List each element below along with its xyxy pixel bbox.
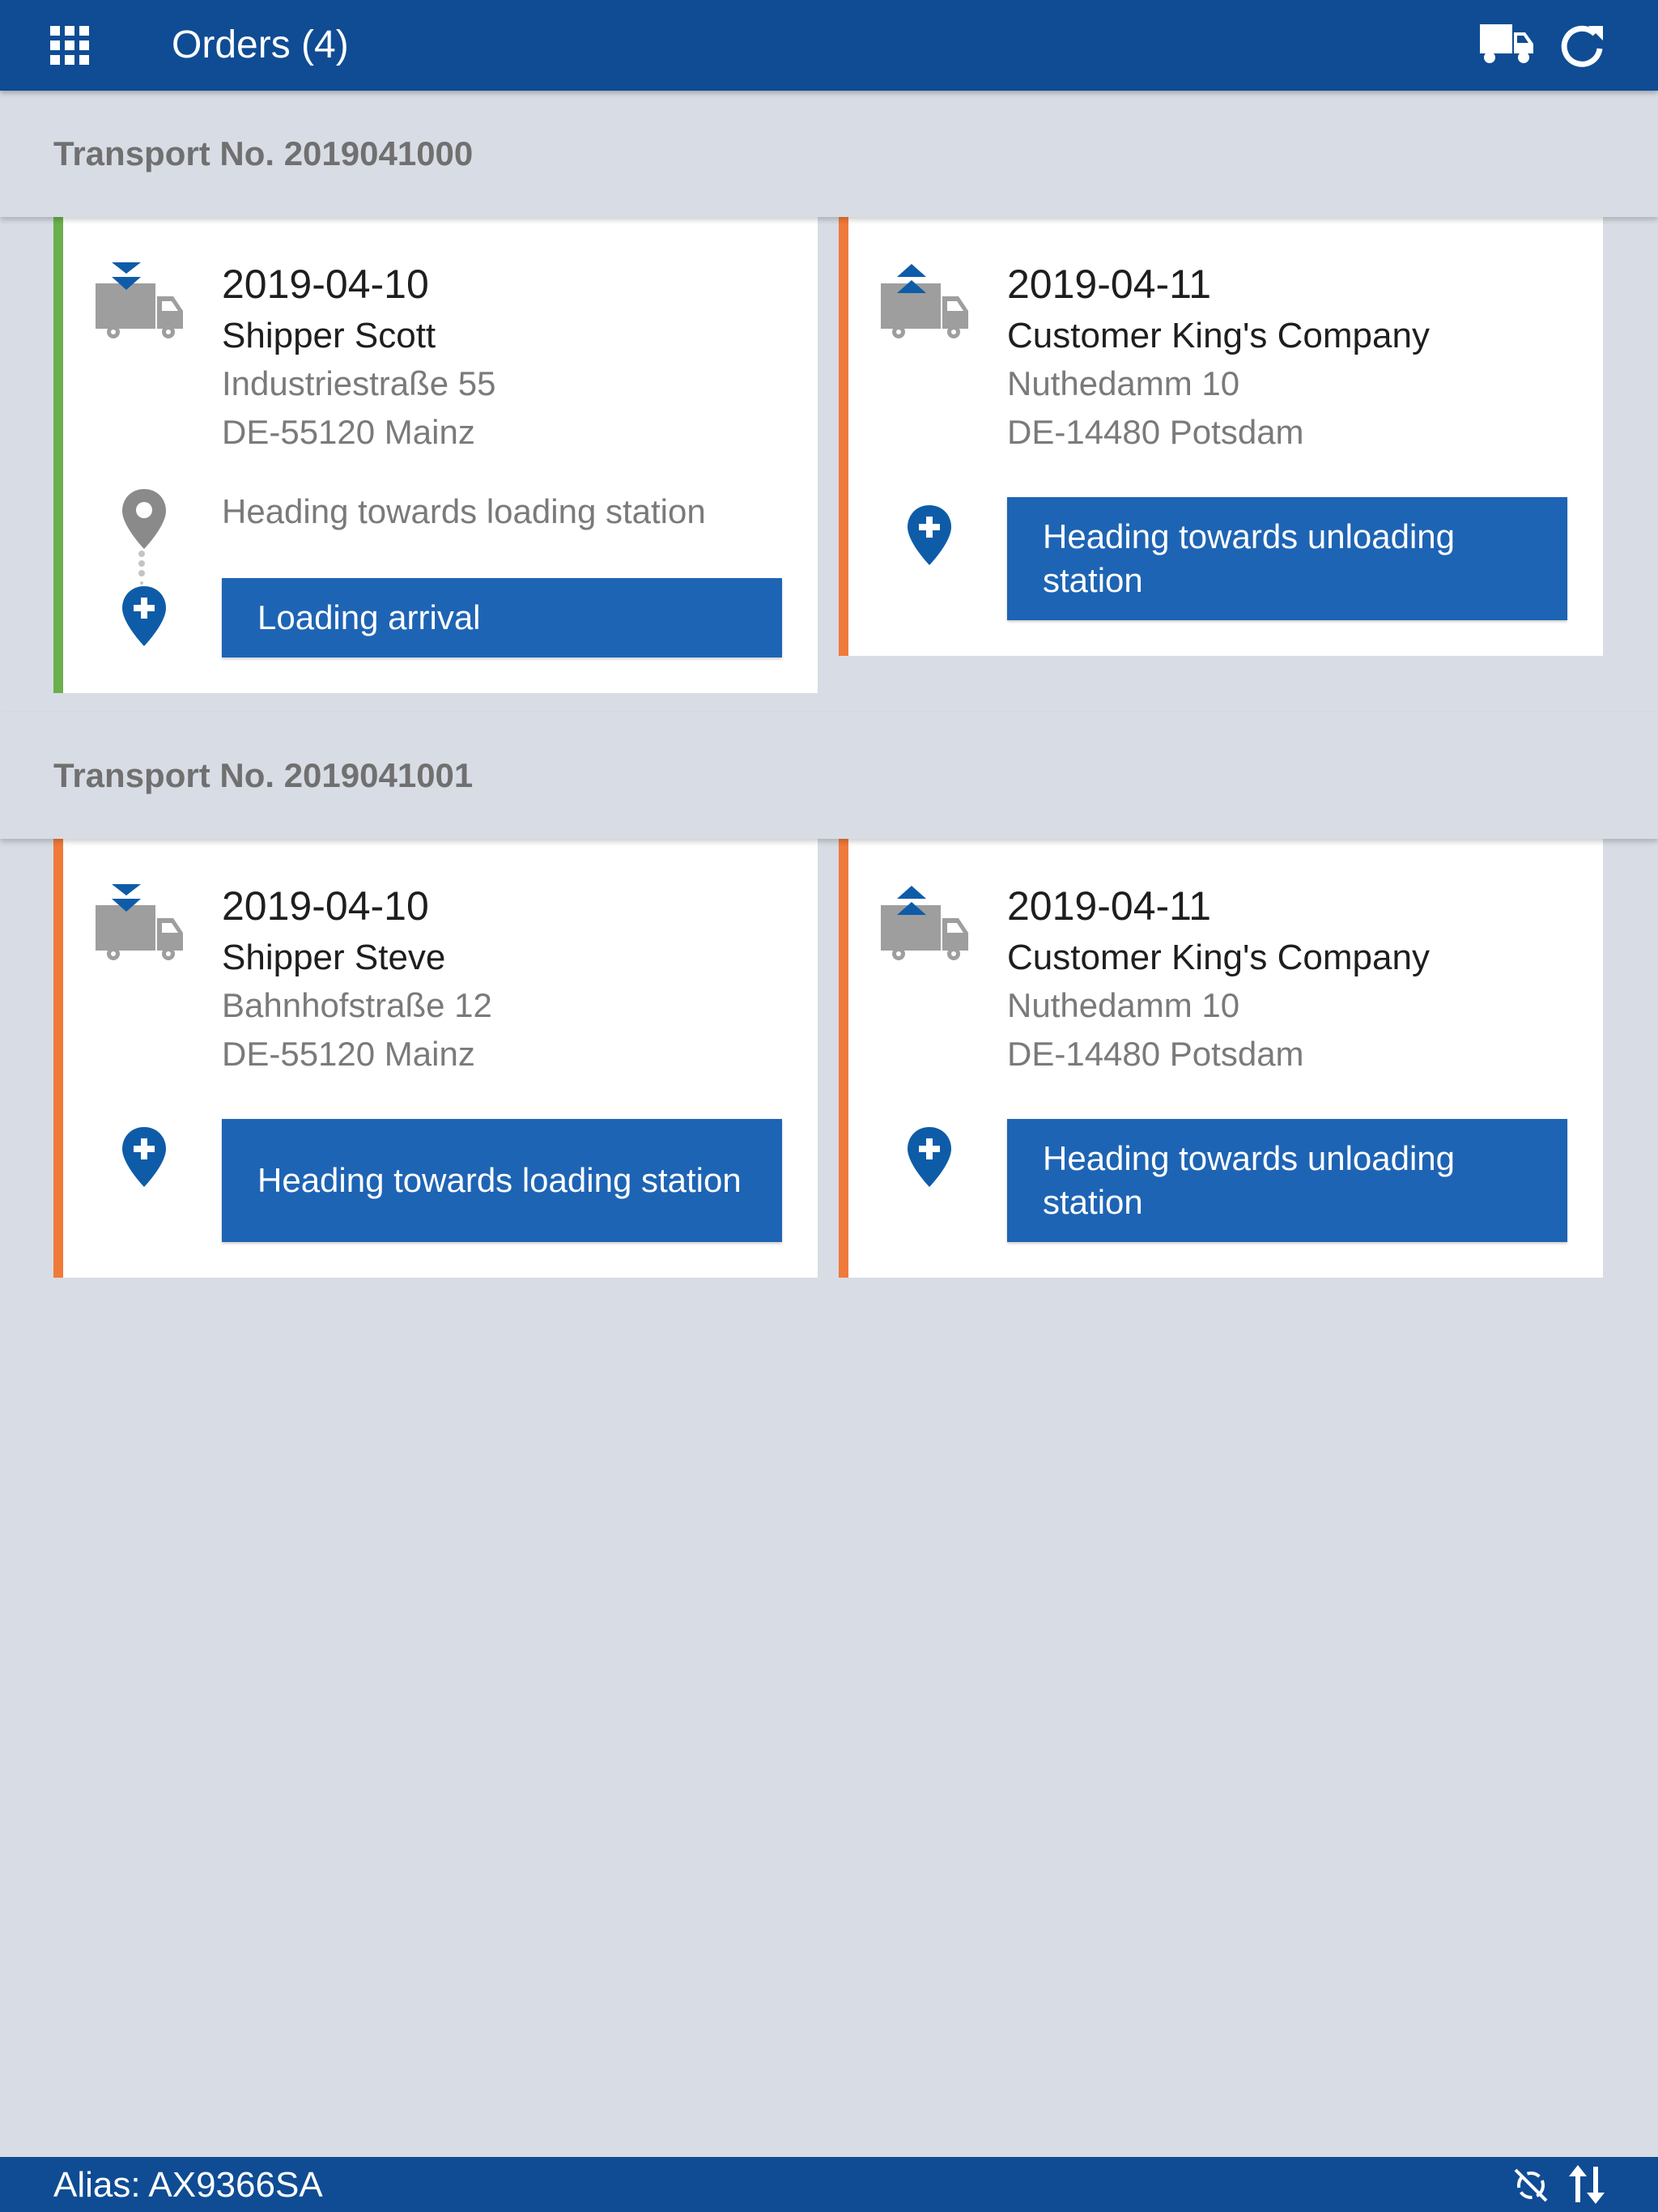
- transport-header: Transport No. 2019041000: [0, 91, 1658, 217]
- stop-card-unloading[interactable]: 2019-04-11 Customer King's Company Nuthe…: [839, 217, 1603, 656]
- add-location-pin-icon: [905, 504, 954, 568]
- status-bar: Alias: AX9366SA: [0, 2157, 1658, 2212]
- progress-dots: [138, 551, 145, 585]
- refresh-icon[interactable]: [1556, 19, 1608, 71]
- stop-card-unloading[interactable]: 2019-04-11 Customer King's Company Nuthe…: [839, 839, 1603, 1278]
- stop-street: Nuthedamm 10: [1007, 364, 1240, 402]
- status-stripe: [53, 217, 63, 693]
- page-title: Orders (4): [172, 23, 349, 66]
- stop-date: 2019-04-10: [222, 883, 429, 929]
- stop-date: 2019-04-11: [1007, 262, 1212, 307]
- stop-card-loading[interactable]: 2019-04-10 Shipper Steve Bahnhofstraße 1…: [53, 839, 818, 1278]
- truck-loading-icon: [96, 884, 185, 963]
- stop-city: DE-14480 Potsdam: [1007, 413, 1304, 451]
- stop-street: Bahnhofstraße 12: [222, 986, 492, 1024]
- stop-street: Nuthedamm 10: [1007, 986, 1240, 1024]
- transport-header: Transport No. 2019041001: [0, 713, 1658, 839]
- transport-number: Transport No. 2019041001: [53, 756, 474, 794]
- heading-loading-button[interactable]: Heading towards loading station: [222, 1119, 782, 1242]
- stop-name: Shipper Scott: [222, 316, 436, 355]
- heading-unloading-button[interactable]: Heading towards unloading station: [1007, 497, 1567, 620]
- stop-name: Shipper Steve: [222, 938, 446, 977]
- stop-city: DE-55120 Mainz: [222, 413, 475, 451]
- status-stripe: [839, 217, 848, 656]
- stop-card-loading[interactable]: 2019-04-10 Shipper Scott Industriestraße…: [53, 217, 818, 693]
- truck-unloading-icon: [881, 886, 970, 963]
- add-location-pin-icon: [905, 1125, 954, 1190]
- transfer-arrows-icon[interactable]: [1567, 2163, 1608, 2206]
- truck-icon[interactable]: [1478, 19, 1535, 68]
- apps-grid-icon[interactable]: [45, 21, 94, 70]
- stop-city: DE-55120 Mainz: [222, 1035, 475, 1073]
- stop-status-text: Heading towards loading station: [222, 492, 706, 530]
- truck-unloading-icon: [881, 264, 970, 342]
- location-pin-icon: [120, 487, 168, 552]
- add-location-pin-icon: [120, 1125, 168, 1190]
- add-location-pin-icon: [120, 585, 168, 649]
- stop-name: Customer King's Company: [1007, 316, 1430, 355]
- heading-unloading-button[interactable]: Heading towards unloading station: [1007, 1119, 1567, 1242]
- status-stripe: [53, 839, 63, 1278]
- stop-street: Industriestraße 55: [222, 364, 496, 402]
- stop-city: DE-14480 Potsdam: [1007, 1035, 1304, 1073]
- loading-arrival-button[interactable]: Loading arrival: [222, 578, 782, 657]
- device-alias: Alias: AX9366SA: [53, 2165, 323, 2205]
- stop-date: 2019-04-11: [1007, 883, 1212, 929]
- status-stripe: [839, 839, 848, 1278]
- app-bar: Orders (4): [0, 0, 1658, 91]
- truck-loading-icon: [96, 262, 185, 342]
- stop-date: 2019-04-10: [222, 262, 429, 307]
- transport-number: Transport No. 2019041000: [53, 134, 474, 172]
- stop-name: Customer King's Company: [1007, 938, 1430, 977]
- sync-off-icon[interactable]: [1511, 2165, 1551, 2206]
